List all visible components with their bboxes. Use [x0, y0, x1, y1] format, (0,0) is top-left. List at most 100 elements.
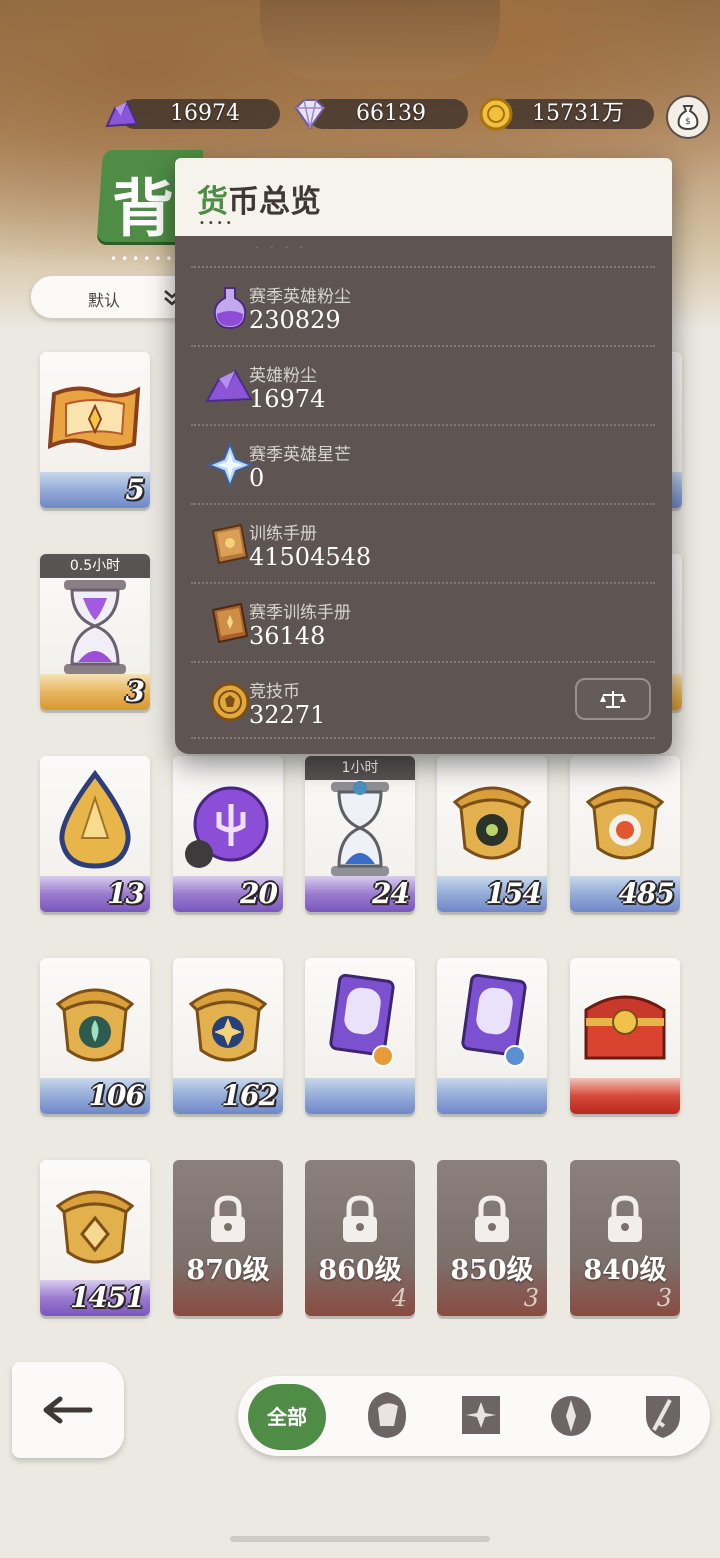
unlock-level: 850级 [450, 1255, 534, 1286]
item-card[interactable] [570, 958, 680, 1114]
item-card[interactable]: 154 [437, 756, 547, 912]
diamond-value: 66139 [356, 101, 426, 126]
currency-value: 41504548 [249, 543, 372, 571]
title-dots: •••••• [110, 252, 177, 266]
item-count: 154 [485, 877, 542, 910]
currency-overview-popup: 货币总览 •••• - - - - 赛季英雄粉尘 230829 英雄粉尘 169… [175, 158, 672, 754]
currency-name: 赛季英雄星芒 [249, 445, 351, 465]
currency-row: 赛季训练手册 36148 [191, 582, 655, 660]
item-card[interactable]: 106 [40, 958, 150, 1114]
item-count: 3 [125, 675, 146, 708]
purple-card-gold-icon [329, 973, 395, 1067]
gold-coin-icon [479, 97, 513, 131]
currency-name: 英雄粉尘 [249, 366, 317, 386]
slot-count: 4 [391, 1284, 407, 1312]
item-card[interactable]: 20 [173, 756, 283, 912]
item-count: 5 [125, 473, 146, 506]
popup-title: 货币总览 [197, 176, 321, 221]
hero-dust-icon [105, 99, 139, 128]
scene-roof [260, 0, 500, 80]
arrow-left-icon [43, 1396, 93, 1424]
slot-count: 3 [523, 1284, 539, 1312]
popup-title-dots: •••• [199, 218, 235, 229]
popup-title-rest: 币总览 [228, 184, 321, 220]
back-button[interactable] [12, 1362, 124, 1458]
money-bag-icon: $ [677, 105, 699, 131]
tab-all[interactable]: 全部 [248, 1384, 326, 1450]
hero-dust-icon [205, 368, 253, 403]
item-card[interactable] [437, 958, 547, 1114]
item-count: 1451 [70, 1281, 145, 1314]
item-card[interactable]: 5 [40, 352, 150, 508]
balance-scale-icon [600, 691, 626, 708]
arena-coin-icon [210, 682, 250, 722]
season-hero-starlight-icon [206, 441, 254, 489]
hourglass-purple-icon [64, 580, 126, 674]
purple-orb-icon [185, 786, 269, 868]
item-count: 24 [372, 877, 410, 910]
acorn-red-icon [585, 786, 665, 860]
lock-icon [211, 1195, 245, 1242]
gold-value: 15731万 [532, 101, 624, 126]
timer-tag: 1小时 [305, 756, 415, 780]
item-card[interactable]: 0.5小时 3 [40, 554, 150, 710]
currency-value: 36148 [249, 622, 326, 650]
exchange-button[interactable] [575, 678, 651, 720]
locked-slot[interactable]: 840级 3 [570, 1160, 680, 1316]
item-card[interactable]: 1小时 24 [305, 756, 415, 912]
locked-slot[interactable]: 870级 [173, 1160, 283, 1316]
teardrop-gem-icon [59, 769, 131, 869]
acorn-gold-icon [55, 1190, 135, 1264]
item-card[interactable]: 1451 [40, 1160, 150, 1316]
currency-row: 英雄粉尘 16974 [191, 345, 655, 423]
money-bag-button[interactable]: $ [666, 95, 710, 139]
locked-slot[interactable]: 850级 3 [437, 1160, 547, 1316]
unlock-level: 870级 [186, 1255, 270, 1286]
currency-name: 赛季英雄粉尘 [249, 287, 351, 307]
tab-compass-icon[interactable] [544, 1386, 598, 1444]
unlock-level: 840级 [583, 1255, 667, 1286]
unlock-level: 860级 [318, 1255, 402, 1286]
timer-tag: 0.5小时 [40, 554, 150, 578]
slot-count: 3 [656, 1284, 672, 1312]
season-training-manual-icon [211, 602, 249, 644]
currency-value: 230829 [249, 306, 341, 334]
currency-name: 赛季训练手册 [249, 603, 351, 623]
item-count: 162 [221, 1079, 278, 1112]
page-title: 背 [112, 172, 175, 245]
svg-text:$: $ [685, 117, 691, 127]
currency-name: 竞技币 [249, 682, 300, 702]
item-count: 13 [107, 877, 145, 910]
currency-value: 32271 [249, 701, 326, 729]
home-indicator [230, 1536, 490, 1542]
hourglass-blue-icon [331, 781, 389, 876]
tab-hero-icon[interactable] [360, 1386, 414, 1444]
item-card[interactable]: 485 [570, 756, 680, 912]
scroll-ticket-icon [48, 386, 141, 450]
item-count: 106 [88, 1079, 145, 1112]
diamond-icon [294, 99, 326, 130]
training-manual-icon [211, 523, 249, 565]
lock-icon [343, 1195, 377, 1242]
popup-title-first: 货 [197, 184, 228, 220]
lock-icon [608, 1195, 642, 1242]
locked-slot[interactable]: 860级 4 [305, 1160, 415, 1316]
rarity-band [437, 1078, 547, 1114]
sort-label: 默认 [88, 291, 121, 310]
currency-value: 0 [249, 464, 265, 492]
treasure-chest-icon [584, 995, 666, 1060]
item-card[interactable] [305, 958, 415, 1114]
item-card[interactable]: 13 [40, 756, 150, 912]
item-card[interactable]: 162 [173, 958, 283, 1114]
rarity-band [570, 1078, 680, 1114]
dust-value: 16974 [170, 101, 240, 126]
acorn-dark-icon [452, 786, 532, 860]
season-hero-dust-icon [213, 287, 247, 330]
currency-value: 16974 [249, 385, 326, 413]
purple-card-blue-icon [461, 973, 527, 1067]
acorn-blue-icon [188, 988, 268, 1062]
tab-equipment-icon[interactable] [636, 1386, 690, 1444]
tab-shard-icon[interactable] [454, 1386, 508, 1444]
currency-row: 训练手册 41504548 [191, 503, 655, 581]
popup-scroll-hint: - - - - [255, 242, 307, 253]
